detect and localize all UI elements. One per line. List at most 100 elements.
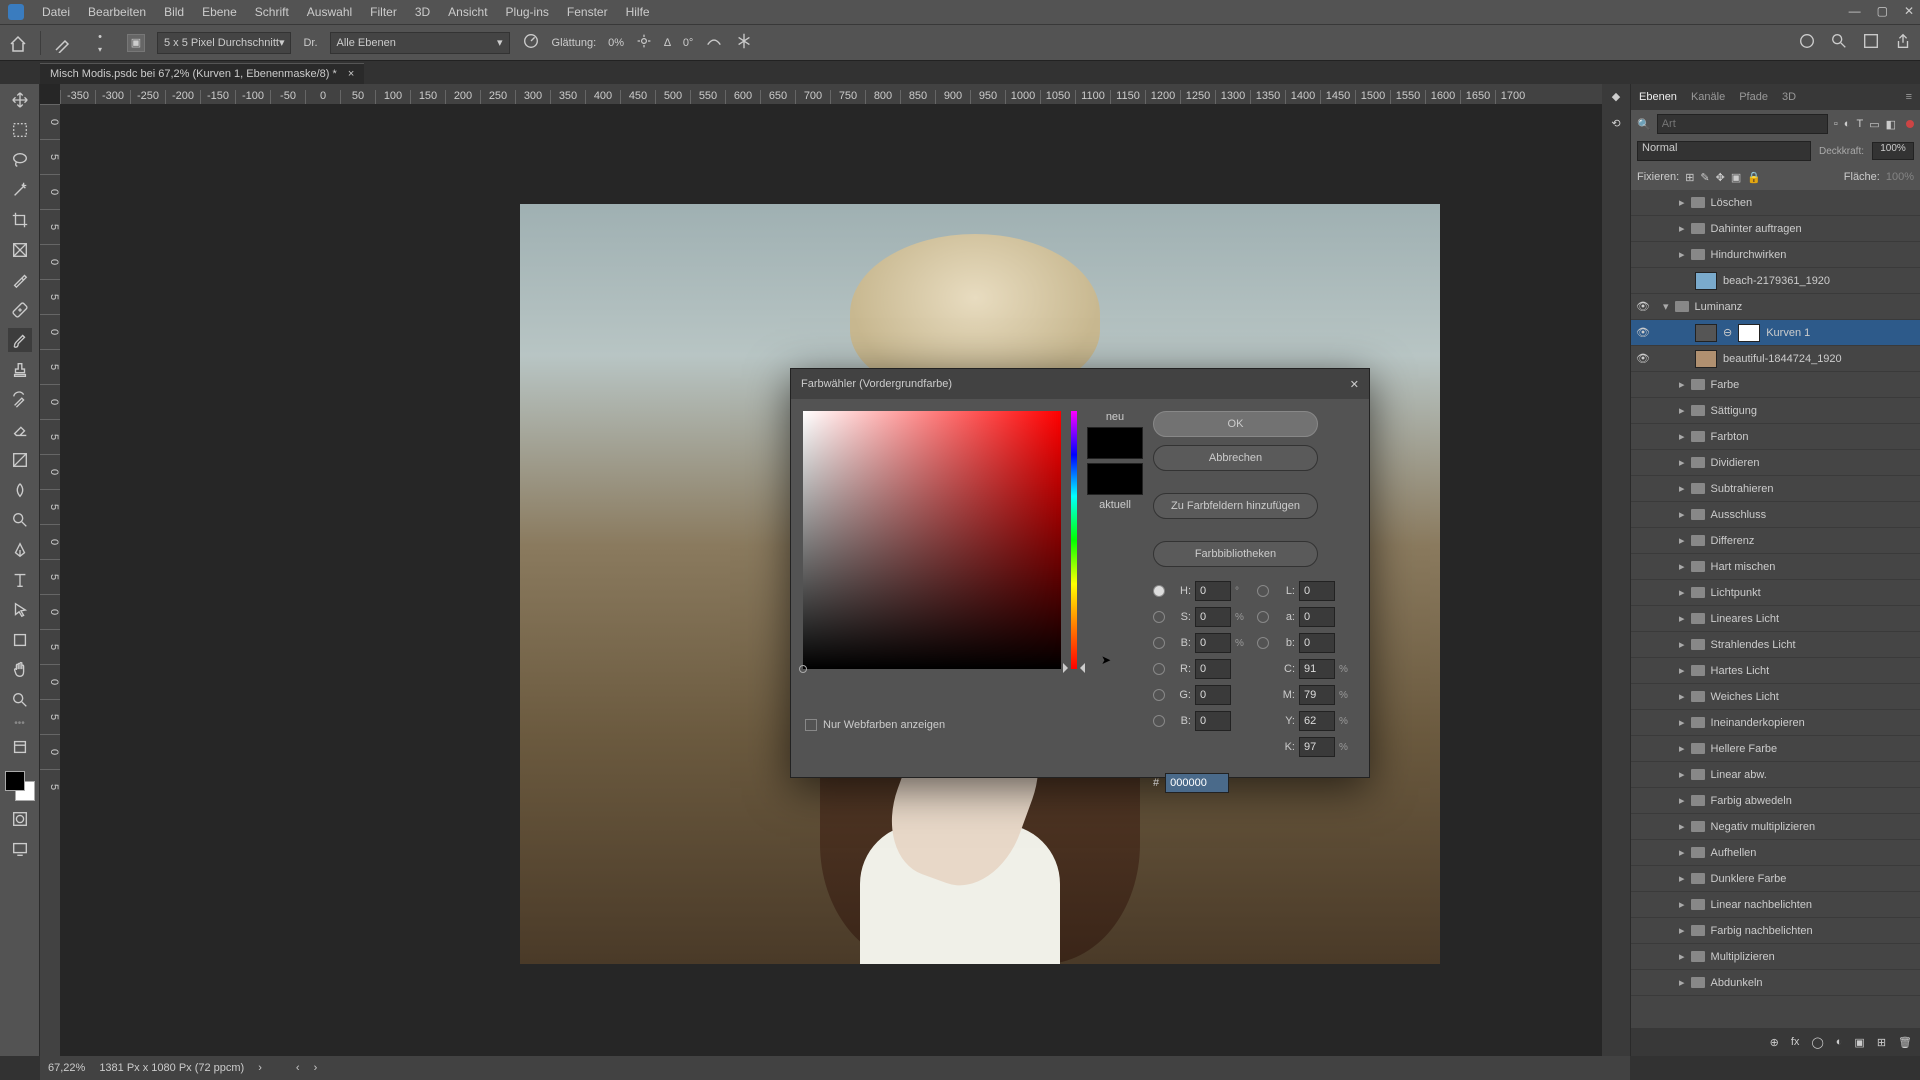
disclosure-icon[interactable]: ▾ [1663,300,1669,313]
lock-position-icon[interactable]: ✥ [1716,171,1725,184]
layer-name[interactable]: beautiful-1844724_1920 [1723,353,1842,365]
layer-name[interactable]: Hart mischen [1711,561,1776,573]
brush-preview-icon[interactable] [53,33,73,53]
lock-transparent-icon[interactable]: ⊞ [1685,171,1694,184]
tab-kanaele[interactable]: Kanäle [1691,91,1725,103]
radio-l[interactable] [1257,585,1269,597]
layer-name[interactable]: Farbe [1711,379,1740,391]
menu-datei[interactable]: Datei [42,5,70,19]
layer-name[interactable]: Multiplizieren [1711,951,1775,963]
disclosure-icon[interactable]: ▸ [1679,196,1685,209]
frame-tool[interactable] [8,238,32,262]
history-brush-tool[interactable] [8,388,32,412]
layer-row[interactable]: ▸Lineares Licht [1631,606,1920,632]
brush-tool[interactable] [8,328,32,352]
disclosure-icon[interactable]: ▸ [1679,248,1685,261]
input-a[interactable] [1299,607,1335,627]
disclosure-icon[interactable]: ▸ [1679,976,1685,989]
lock-pixels-icon[interactable]: ✎ [1700,171,1709,184]
close-icon[interactable]: ✕ [1904,4,1914,18]
input-b-lab[interactable] [1299,633,1335,653]
layer-name[interactable]: Hindurchwirken [1711,249,1787,261]
layer-row[interactable]: ▸Aufhellen [1631,840,1920,866]
radio-s[interactable] [1153,611,1165,623]
tab-3d[interactable]: 3D [1782,91,1796,103]
layer-row[interactable]: ▸ Löschen [1631,190,1920,216]
cloud-icon[interactable] [1798,32,1816,53]
layer-row[interactable]: ▸Linear abw. [1631,762,1920,788]
menu-plugins[interactable]: Plug-ins [506,5,549,19]
layer-name[interactable]: Ineinanderkopieren [1711,717,1805,729]
marquee-tool[interactable] [8,118,32,142]
layer-row[interactable]: ▸Farbig abwedeln [1631,788,1920,814]
layer-row[interactable]: ▸Dahinter auftragen [1631,216,1920,242]
radio-g[interactable] [1153,689,1165,701]
layer-name[interactable]: Hartes Licht [1711,665,1770,677]
menu-filter[interactable]: Filter [370,5,397,19]
home-icon[interactable] [8,34,28,52]
color-libraries-button[interactable]: Farbbibliotheken [1153,541,1318,567]
maximize-icon[interactable]: ▢ [1877,4,1888,18]
layer-row[interactable]: ▸Hartes Licht [1631,658,1920,684]
layer-row[interactable]: 👁 beautiful-1844724_1920 [1631,346,1920,372]
disclosure-icon[interactable]: ▸ [1679,638,1685,651]
workspace-icon[interactable] [1862,32,1880,53]
visibility-icon[interactable]: 👁 [1635,326,1651,339]
input-r[interactable] [1195,659,1231,679]
layer-row[interactable]: ▸Ausschluss [1631,502,1920,528]
disclosure-icon[interactable]: ▸ [1679,222,1685,235]
radio-b-rgb[interactable] [1153,715,1165,727]
path-select-tool[interactable] [8,598,32,622]
hand-tool[interactable] [8,658,32,682]
layer-row[interactable]: ▸Farbton [1631,424,1920,450]
layer-name[interactable]: Ausschluss [1711,509,1767,521]
layer-row[interactable]: ▸ Hindurchwirken [1631,242,1920,268]
input-g[interactable] [1195,685,1231,705]
layer-row[interactable]: ▸Farbe [1631,372,1920,398]
layer-row[interactable]: ▸Farbig nachbelichten [1631,918,1920,944]
zoom-tool[interactable] [8,688,32,712]
eyedropper-tool[interactable] [8,268,32,292]
horizontal-ruler[interactable]: -350-300-250-200-150-100-500501001502002… [60,84,1630,104]
layer-name[interactable]: Löschen [1711,197,1753,209]
layer-row[interactable]: ▸ Strahlendes Licht [1631,632,1920,658]
heal-tool[interactable] [8,298,32,322]
layer-name[interactable]: Dunklere Farbe [1711,873,1787,885]
smoothing-value[interactable]: 0% [608,37,624,49]
disclosure-icon[interactable]: ▸ [1679,482,1685,495]
layer-row[interactable]: ▸ Abdunkeln [1631,970,1920,996]
cancel-button[interactable]: Abbrechen [1153,445,1318,471]
layer-row[interactable]: ▸Weiches Licht [1631,684,1920,710]
visibility-icon[interactable]: 👁 [1635,352,1651,365]
minimize-icon[interactable]: — [1849,4,1861,18]
layer-row[interactable]: 👁▾Luminanz [1631,294,1920,320]
adjustment-icon[interactable]: ◐ [1836,1036,1843,1048]
layer-name[interactable]: Strahlendes Licht [1711,639,1796,651]
edit-toolbar-icon[interactable] [8,735,32,759]
input-b-hsb[interactable] [1195,633,1231,653]
layer-filter-input[interactable] [1657,114,1828,134]
menu-bild[interactable]: Bild [164,5,184,19]
disclosure-icon[interactable]: ▸ [1679,560,1685,573]
layer-name[interactable]: Farbig abwedeln [1711,795,1792,807]
link-layers-icon[interactable]: ⊕ [1770,1036,1779,1049]
radio-b-lab[interactable] [1257,637,1269,649]
web-colors-checkbox[interactable] [805,719,817,731]
opacity-value[interactable]: 100% [1872,142,1914,160]
disclosure-icon[interactable]: ▸ [1679,898,1685,911]
layer-row[interactable]: ▸ Hart mischen [1631,554,1920,580]
menu-auswahl[interactable]: Auswahl [307,5,352,19]
layer-name[interactable]: Abdunkeln [1711,977,1763,989]
input-h[interactable] [1195,581,1231,601]
collapsed-history-icon[interactable]: ⟲ [1611,117,1620,130]
disclosure-icon[interactable]: ▸ [1679,742,1685,755]
input-b-rgb[interactable] [1195,711,1231,731]
status-nav-left-icon[interactable]: ‹ [296,1062,300,1074]
layer-name[interactable]: Linear nachbelichten [1711,899,1813,911]
disclosure-icon[interactable]: ▸ [1679,820,1685,833]
blur-tool[interactable] [8,478,32,502]
disclosure-icon[interactable]: ▸ [1679,534,1685,547]
status-nav-right-icon[interactable]: › [314,1062,318,1074]
add-swatch-button[interactable]: Zu Farbfeldern hinzufügen [1153,493,1318,519]
sample-size-dropdown[interactable]: 5 x 5 Pixel Durchschnitt▾ [157,32,291,54]
